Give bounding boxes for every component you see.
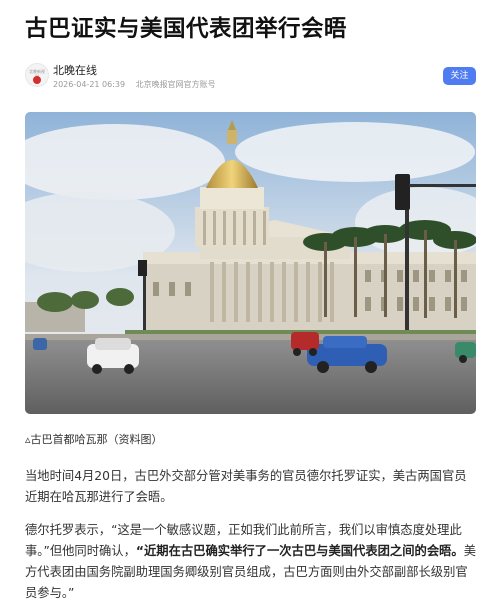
- follow-button[interactable]: 关注: [443, 67, 476, 85]
- publish-time: 2026-04-21 06:39: [53, 80, 126, 89]
- account-description: 北京晚报官网官方账号: [135, 80, 216, 89]
- image-caption: ▵古巴首都哈瓦那（资料图）: [25, 433, 163, 446]
- havana-capitol-photo: [25, 112, 476, 414]
- paragraph-2: 德尔托罗表示，“这是一个敏感议题，正如我们此前所言，我们以审慎态度处理此事。”但…: [25, 520, 477, 604]
- paragraph-1: 当地时间4月20日，古巴外交部分管对美事务的官员德尔托罗证实，美古两国官员近期在…: [25, 469, 467, 504]
- logo-avatar-icon[interactable]: 北晚新视觉: [25, 63, 49, 87]
- article-title: 古巴证实与美国代表团举行会晤: [25, 16, 348, 42]
- paragraph-2-bold: “近期在古巴确实举行了一次古巴与美国代表团之间的会晤。: [135, 544, 464, 558]
- avatar-logo-dot: [33, 76, 41, 84]
- author-name[interactable]: 北晚在线: [53, 64, 97, 78]
- article-page: 古巴证实与美国代表团举行会晤 北晚新视觉 北晚在线 2026-04-21 06:…: [0, 0, 500, 603]
- author-meta: 2026-04-21 06:39 北京晚报官网官方账号: [53, 80, 224, 90]
- article-photo: [25, 112, 476, 414]
